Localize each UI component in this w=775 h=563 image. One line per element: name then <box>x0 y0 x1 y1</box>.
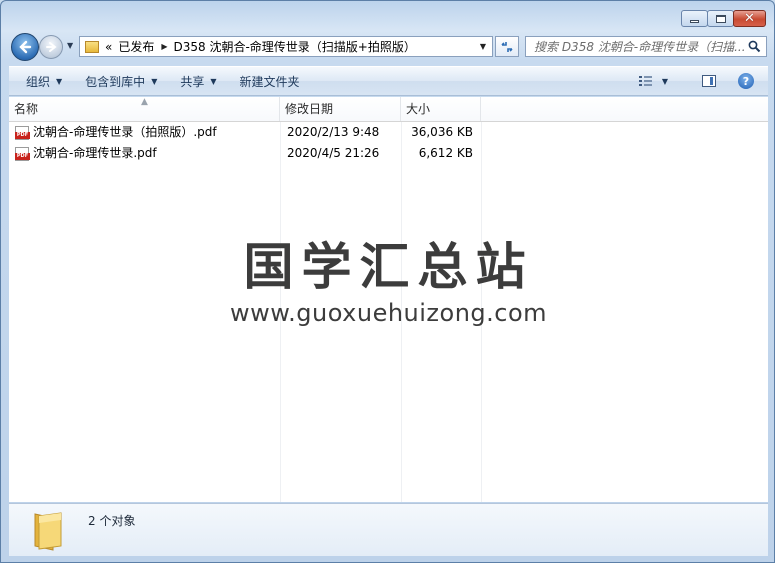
explorer-window: ✕ ▼ « 已发布 ▶ D358 沈朝合-命理传世录（扫描版+拍照版） ▼ 搜索… <box>0 0 775 563</box>
file-name: 沈朝合-命理传世录（拍照版）.pdf <box>33 125 217 139</box>
chevron-right-icon[interactable]: ▶ <box>161 42 167 51</box>
chevron-down-icon: ▼ <box>210 76 217 86</box>
folder-icon <box>34 512 62 551</box>
forward-button[interactable] <box>39 35 63 59</box>
file-size: 6,612 KB <box>418 146 473 160</box>
maximize-button[interactable] <box>707 10 734 27</box>
minimize-icon <box>690 20 699 23</box>
pdf-icon: PDF <box>15 125 30 140</box>
column-header-date[interactable]: 修改日期 <box>280 97 401 121</box>
column-header-date-label: 修改日期 <box>285 102 334 116</box>
close-icon: ✕ <box>744 11 755 26</box>
pdf-icon: PDF <box>15 146 30 161</box>
column-header-size[interactable]: 大小 <box>401 97 481 121</box>
watermark-title: 国学汇总站 <box>243 238 534 296</box>
maximize-icon <box>715 14 726 23</box>
chevron-down-icon: ▼ <box>661 76 668 86</box>
watermark-url: www.guoxuehuizong.com <box>229 299 548 327</box>
close-button[interactable]: ✕ <box>733 10 766 27</box>
file-name-cell[interactable]: PDF 沈朝合-命理传世录.pdf <box>15 143 157 164</box>
minimize-button[interactable] <box>681 10 708 27</box>
share-label: 共享 <box>180 74 205 89</box>
file-name: 沈朝合-命理传世录.pdf <box>33 146 157 160</box>
chevron-down-icon: ▼ <box>151 76 158 86</box>
organize-button[interactable]: 组织 ▼ <box>26 73 62 90</box>
folder-icon <box>85 40 99 53</box>
chevron-down-icon[interactable]: ▼ <box>480 42 486 51</box>
details-pane: 2 个对象 <box>9 503 768 556</box>
view-list-icon <box>638 76 652 86</box>
organize-label: 组织 <box>26 74 51 89</box>
search-input[interactable]: 搜索 D358 沈朝合-命理传世录（扫描... <box>534 38 746 55</box>
new-folder-label: 新建文件夹 <box>239 74 300 89</box>
include-in-library-button[interactable]: 包含到库中 ▼ <box>85 73 157 90</box>
search-box[interactable]: 搜索 D358 沈朝合-命理传世录（扫描... <box>525 36 767 57</box>
file-date: 2020/4/5 21:26 <box>287 146 380 160</box>
window-caption-buttons: ✕ <box>681 10 766 27</box>
preview-pane-icon[interactable] <box>702 75 716 87</box>
file-size: 36,036 KB <box>411 125 473 139</box>
arrow-left-icon <box>19 40 32 54</box>
breadcrumb-published[interactable]: 已发布 <box>118 38 154 55</box>
file-name-cell[interactable]: PDF 沈朝合-命理传世录（拍照版）.pdf <box>15 122 217 143</box>
search-icon[interactable] <box>748 40 761 53</box>
recent-pages-dropdown[interactable]: ▼ <box>67 41 73 50</box>
breadcrumb-current-folder[interactable]: D358 沈朝合-命理传世录（扫描版+拍照版） <box>174 38 416 55</box>
column-header-name[interactable]: 名称 ▲ <box>9 97 280 121</box>
file-row[interactable]: PDF 沈朝合-命理传世录.pdf 2020/4/5 21:26 6,612 K… <box>9 143 768 164</box>
file-row[interactable]: PDF 沈朝合-命理传世录（拍照版）.pdf 2020/2/13 9:48 36… <box>9 122 768 143</box>
change-view-button[interactable]: ▼ <box>638 75 668 87</box>
file-date: 2020/2/13 9:48 <box>287 125 380 139</box>
new-folder-button[interactable]: 新建文件夹 <box>240 73 300 90</box>
refresh-icon <box>501 41 513 52</box>
include-in-library-label: 包含到库中 <box>85 74 146 89</box>
item-count: 2 个对象 <box>88 514 136 528</box>
refresh-button[interactable] <box>495 36 519 57</box>
share-button[interactable]: 共享 ▼ <box>180 73 216 90</box>
help-icon[interactable]: ? <box>738 73 754 89</box>
arrow-right-icon <box>46 42 57 52</box>
address-bar[interactable]: « 已发布 ▶ D358 沈朝合-命理传世录（扫描版+拍照版） ▼ <box>79 36 493 57</box>
sort-ascending-icon: ▲ <box>141 97 148 107</box>
column-header-name-label: 名称 <box>14 102 39 116</box>
chevron-down-icon: ▼ <box>56 76 63 86</box>
column-header-row: 名称 ▲ 修改日期 大小 <box>9 97 768 122</box>
command-bar: 组织 ▼ 包含到库中 ▼ 共享 ▼ 新建文件夹 ▼ ? <box>9 66 768 96</box>
back-button[interactable] <box>11 33 39 61</box>
breadcrumb-overflow[interactable]: « <box>105 40 112 54</box>
column-header-size-label: 大小 <box>406 102 431 116</box>
